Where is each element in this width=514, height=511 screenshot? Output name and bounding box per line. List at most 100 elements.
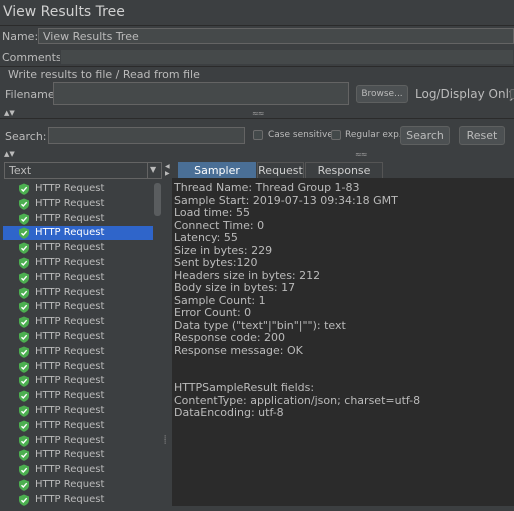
tree-item-label: HTTP Request (35, 464, 105, 476)
success-shield-icon (18, 272, 30, 284)
success-shield-icon (18, 287, 30, 299)
tree-item-http-request[interactable]: HTTP Request (3, 374, 153, 388)
tree-item-http-request[interactable]: HTTP Request (3, 360, 153, 374)
section-separator (0, 118, 514, 119)
title-separator (0, 25, 514, 26)
browse-button[interactable]: Browse... (356, 85, 408, 103)
tree-item-label: HTTP Request (35, 242, 105, 254)
tree-item-http-request[interactable]: HTTP Request (3, 271, 153, 285)
tree-item-label: HTTP Request (35, 197, 105, 209)
collapse-triangles-icon[interactable]: ▲▼ (4, 151, 15, 158)
results-tree-list: HTTP Request HTTP Request HTTP Request HTTP… (3, 182, 153, 506)
log-display-only-label: Log/Display Only: (415, 87, 514, 101)
tree-item-label: HTTP Request (35, 331, 105, 342)
splitter-grip-icon[interactable]: ≈≈ (355, 150, 367, 159)
tree-item-http-request[interactable]: HTTP Request (3, 197, 153, 211)
search-input[interactable] (48, 127, 245, 144)
tree-item-http-request[interactable]: HTTP Request (3, 256, 153, 270)
tree-item-label: HTTP Request (35, 419, 105, 431)
tree-item-label: HTTP Request (35, 405, 105, 416)
tree-item-http-request[interactable]: HTTP Request (3, 478, 153, 492)
reset-button[interactable]: Reset (459, 126, 505, 145)
filename-label: Filename (5, 88, 55, 101)
tree-item-http-request[interactable]: HTTP Request (3, 493, 153, 507)
success-shield-icon (18, 420, 30, 432)
triangle-down-icon[interactable]: ▼ (150, 165, 156, 174)
vertical-splitter-grip-icon[interactable]: ⁞ ⁞ (164, 435, 166, 446)
success-shield-icon (18, 198, 30, 210)
success-shield-icon (18, 390, 30, 402)
filename-input[interactable] (53, 82, 349, 105)
result-line: Latency: 55 (174, 231, 238, 244)
case-sensitive-checkbox[interactable] (253, 130, 263, 140)
result-line: Load time: 55 (174, 206, 250, 219)
name-field[interactable]: View Results Tree (38, 28, 514, 44)
tab-request[interactable]: Request (257, 162, 304, 178)
tree-item-label: HTTP Request (35, 360, 105, 372)
tree-item-http-request[interactable]: HTTP Request (3, 286, 153, 300)
success-shield-icon (18, 257, 30, 269)
tree-item-http-request[interactable]: HTTP Request (3, 182, 153, 196)
tree-item-http-request[interactable]: HTTP Request (3, 226, 153, 241)
tree-item-http-request[interactable]: HTTP Request (3, 212, 153, 226)
tree-item-http-request[interactable]: HTTP Request (3, 330, 153, 344)
tree-item-label: HTTP Request (35, 479, 105, 490)
tree-item-label: HTTP Request (35, 212, 105, 224)
success-shield-icon (18, 464, 30, 476)
name-label: Name: (2, 30, 39, 43)
tree-item-http-request[interactable]: HTTP Request (3, 448, 153, 462)
tree-item-label: HTTP Request (35, 375, 105, 387)
renderer-select[interactable]: Text (4, 162, 162, 179)
comments-field[interactable] (60, 49, 514, 65)
tree-item-label: HTTP Request (35, 345, 105, 357)
success-shield-icon (18, 449, 30, 462)
result-line: DataEncoding: utf-8 (174, 406, 284, 419)
tree-item-http-request[interactable]: HTTP Request (3, 389, 153, 403)
tree-scrollbar-thumb[interactable] (154, 183, 161, 216)
tree-scrollbar[interactable] (153, 182, 162, 502)
tab-response-data[interactable]: Response data (305, 162, 383, 192)
tree-item-label: HTTP Request (35, 493, 105, 505)
success-shield-icon (18, 301, 30, 314)
tab-sampler-result[interactable]: Sampler result (178, 162, 256, 192)
result-line: Response message: OK (174, 343, 303, 357)
success-shield-icon (18, 361, 30, 373)
result-line: Error Count: 0 (174, 306, 252, 319)
search-button[interactable]: Search (400, 126, 450, 145)
tree-item-http-request[interactable]: HTTP Request (3, 463, 153, 477)
success-shield-icon (18, 316, 30, 328)
result-line: Thread Name: Thread Group 1-83 (174, 181, 360, 194)
tree-item-http-request[interactable]: HTTP Request (3, 315, 153, 329)
log-display-only-checkbox[interactable] (510, 89, 514, 99)
result-line: Sent bytes:120 (174, 256, 258, 269)
tree-item-label: HTTP Request (35, 227, 105, 239)
tree-item-label: HTTP Request (35, 449, 105, 461)
search-label: Search: (5, 130, 47, 143)
splitter-grip-icon[interactable]: ≈≈ (252, 109, 264, 118)
tree-item-http-request[interactable]: HTTP Request (3, 345, 153, 359)
splitter-arrows-icon[interactable]: ◀ ▶ (165, 163, 170, 177)
tree-item-http-request[interactable]: HTTP Request (3, 404, 153, 418)
success-shield-icon (18, 435, 30, 447)
collapse-triangles-icon[interactable]: ▲▼ (4, 110, 15, 117)
result-line: Body size in bytes: 17 (174, 281, 296, 294)
result-line: Response code: 200 (174, 331, 286, 344)
tree-item-http-request[interactable]: HTTP Request (3, 434, 153, 448)
tree-item-http-request[interactable]: HTTP Request (3, 241, 153, 255)
tree-item-http-request[interactable]: HTTP Request (3, 300, 153, 314)
tree-item-label: HTTP Request (35, 390, 105, 402)
result-line: HTTPSampleResult fields: (174, 381, 315, 394)
success-shield-icon (18, 375, 30, 388)
tree-item-label: HTTP Request (35, 286, 105, 298)
tree-item-label: HTTP Request (35, 271, 105, 283)
success-shield-icon (18, 331, 30, 343)
success-shield-icon (18, 213, 30, 225)
write-results-label: Write results to file / Read from file (8, 68, 200, 81)
tree-item-http-request[interactable]: HTTP Request (3, 419, 153, 433)
success-shield-icon (18, 346, 30, 358)
tree-item-label: HTTP Request (35, 183, 105, 194)
regular-exp-checkbox[interactable] (331, 130, 341, 140)
renderer-selected-value: Text (9, 164, 32, 177)
tree-item-label: HTTP Request (35, 257, 105, 268)
tree-item-label: HTTP Request (35, 316, 105, 328)
